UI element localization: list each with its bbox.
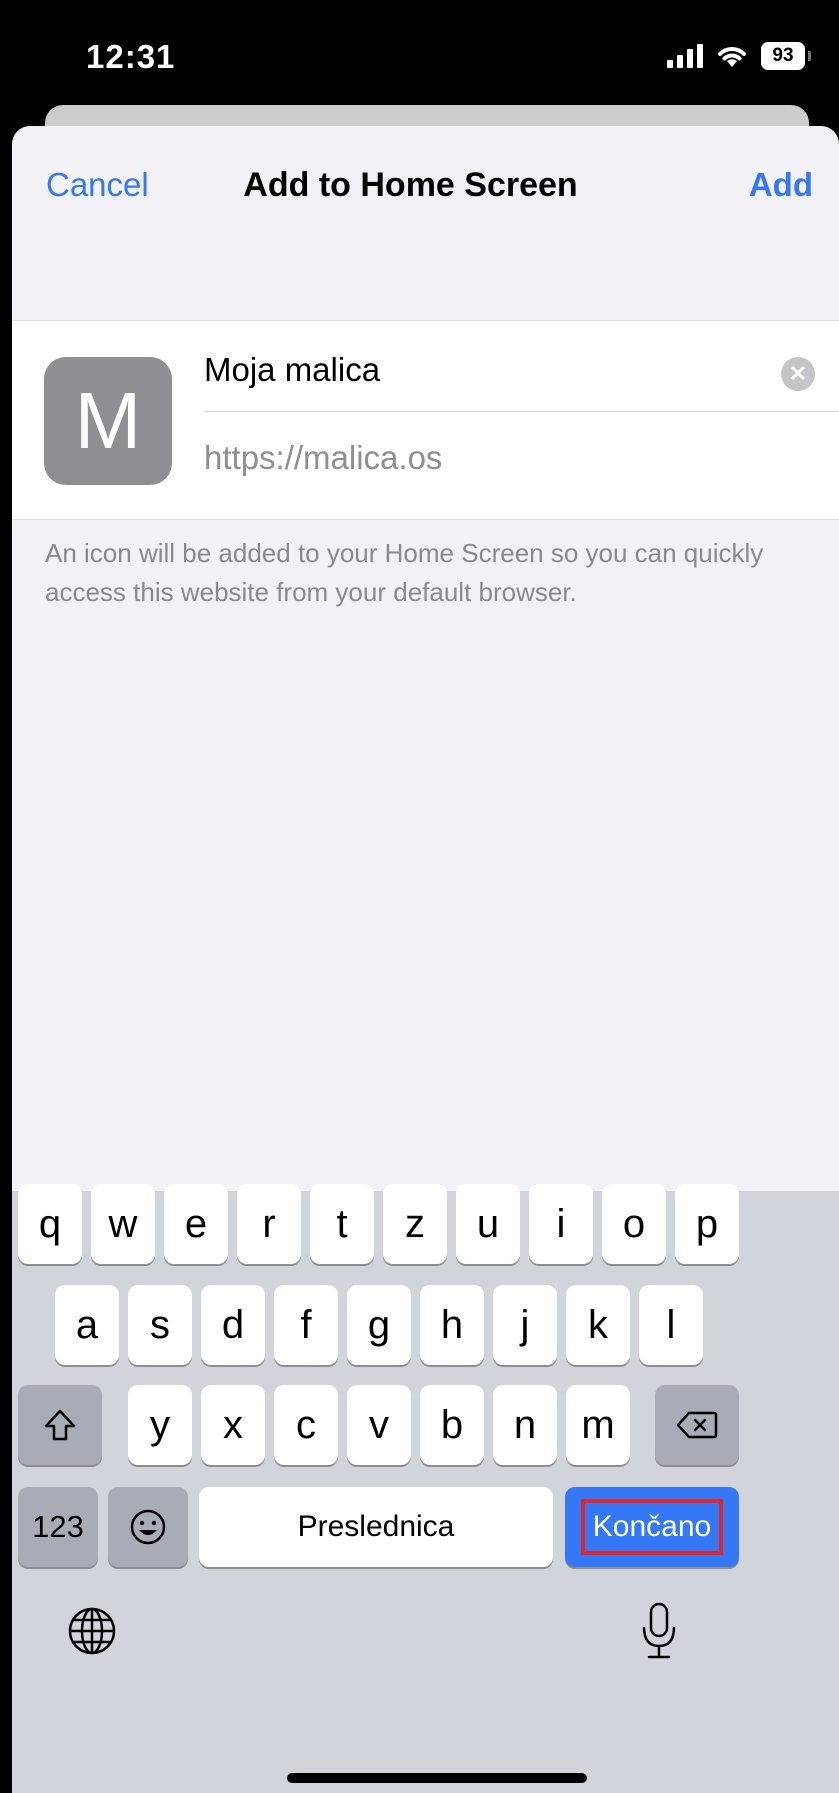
emoji-key[interactable] [108, 1487, 188, 1567]
info-text: An icon will be added to your Home Scree… [45, 538, 764, 607]
status-bar: 12:31 93 [0, 0, 839, 108]
app-icon-letter: M [74, 376, 142, 465]
key-b[interactable]: b [420, 1385, 484, 1465]
key-m[interactable]: m [566, 1385, 630, 1465]
signal-icon [667, 44, 703, 68]
status-icons: 93 [667, 40, 811, 72]
key-u[interactable]: u [456, 1184, 520, 1264]
key-t[interactable]: t [310, 1184, 374, 1264]
key-e[interactable]: e [164, 1184, 228, 1264]
space-key[interactable]: Preslednica [199, 1487, 553, 1567]
url-text: https://malica.os [204, 439, 443, 476]
status-time: 12:31 [86, 38, 176, 75]
nav-bar: Cancel Add to Home Screen Add [12, 126, 839, 246]
key-g[interactable]: g [347, 1285, 411, 1365]
key-l[interactable]: l [639, 1285, 703, 1365]
key-k[interactable]: k [566, 1285, 630, 1365]
name-value[interactable]: Moja malica [204, 351, 380, 389]
key-n[interactable]: n [493, 1385, 557, 1465]
key-z[interactable]: z [383, 1184, 447, 1264]
add-to-home-sheet: Cancel Add to Home Screen Add M Moja mal… [12, 126, 839, 1793]
key-j[interactable]: j [493, 1285, 557, 1365]
name-field[interactable]: Moja malica ✕ [204, 341, 839, 412]
add-button[interactable]: Add [749, 166, 813, 204]
shift-icon [44, 1409, 76, 1441]
key-v[interactable]: v [347, 1385, 411, 1465]
keyboard: q w e r t z u i o p a s d f g h j k l y … [12, 1184, 839, 1793]
key-y[interactable]: y [128, 1385, 192, 1465]
done-key[interactable]: Končano [565, 1487, 739, 1567]
done-key-label: Končano [580, 1499, 724, 1555]
key-h[interactable]: h [420, 1285, 484, 1365]
backspace-icon [676, 1411, 718, 1439]
globe-icon[interactable] [62, 1601, 122, 1661]
key-r[interactable]: r [237, 1184, 301, 1264]
page-title: Add to Home Screen [243, 166, 578, 204]
clear-icon[interactable]: ✕ [781, 357, 815, 391]
app-icon: M [44, 357, 172, 485]
bookmark-card: M Moja malica ✕ https://malica.os [12, 320, 839, 520]
shift-key[interactable] [18, 1385, 102, 1465]
key-c[interactable]: c [274, 1385, 338, 1465]
backspace-key[interactable] [655, 1385, 739, 1465]
key-w[interactable]: w [91, 1184, 155, 1264]
key-o[interactable]: o [602, 1184, 666, 1264]
microphone-icon[interactable] [634, 1596, 684, 1666]
key-d[interactable]: d [201, 1285, 265, 1365]
battery-level: 93 [772, 45, 794, 66]
battery-icon: 93 [761, 42, 811, 70]
home-indicator [287, 1773, 587, 1783]
key-x[interactable]: x [201, 1385, 265, 1465]
key-f[interactable]: f [274, 1285, 338, 1365]
key-a[interactable]: a [55, 1285, 119, 1365]
key-q[interactable]: q [18, 1184, 82, 1264]
key-s[interactable]: s [128, 1285, 192, 1365]
emoji-icon [130, 1509, 166, 1545]
key-i[interactable]: i [529, 1184, 593, 1264]
wifi-icon [718, 47, 746, 67]
numbers-key[interactable]: 123 [18, 1487, 98, 1567]
key-p[interactable]: p [675, 1184, 739, 1264]
